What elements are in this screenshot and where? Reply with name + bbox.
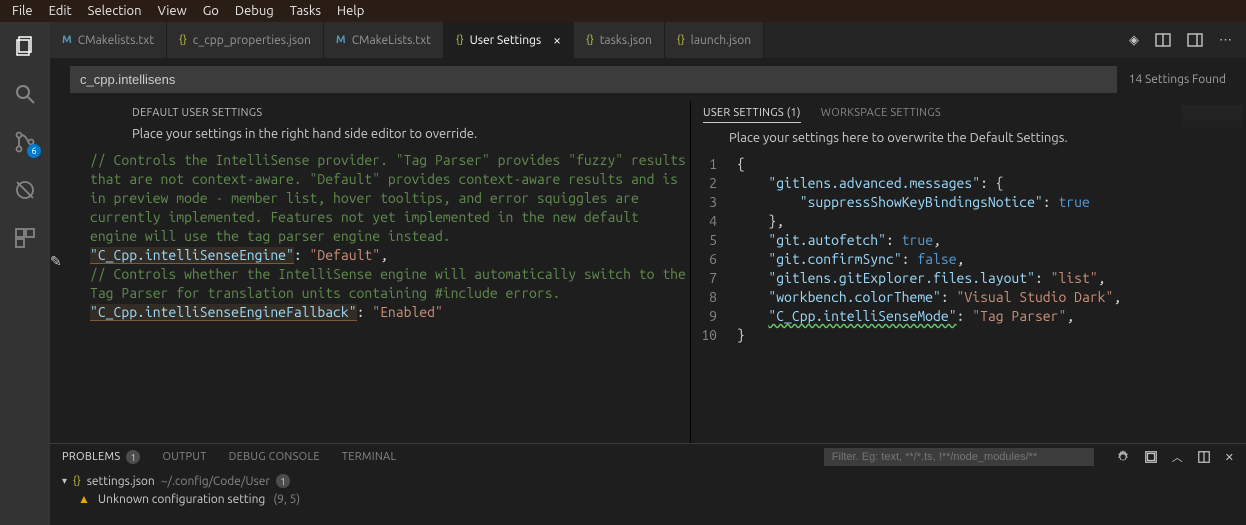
menu-debug[interactable]: Debug [227,2,282,20]
tab-launch-json[interactable]: {} launch.json [665,22,764,58]
default-settings-editor[interactable]: // Controls the IntelliSense provider. "… [70,151,690,443]
search-icon[interactable] [11,80,39,108]
tab-tasks-json[interactable]: {} tasks.json [574,22,665,58]
problem-file-name: settings.json [87,475,155,488]
tab-bar: MCMakelists.txt {}c_cpp_properties.json … [50,22,1246,58]
menu-selection[interactable]: Selection [80,2,150,20]
right-pane-desc: Place your settings here to overwrite th… [691,127,1246,155]
problem-file-row[interactable]: ▾ {} settings.json ~/.config/Code/User 1 [62,472,1234,490]
setting-key: "C_Cpp.intelliSenseEngineFallback" [90,304,357,321]
chevron-up-icon[interactable]: ︿ [1172,449,1183,465]
line-gutter: 12345678910 [691,155,727,345]
layout-icon[interactable] [1187,32,1203,48]
close-icon[interactable]: × [553,32,561,48]
setting-comment: // Controls whether the IntelliSense eng… [90,265,690,303]
tab-label: launch.json [691,34,751,47]
warning-icon: ▲ [78,492,90,506]
problems-filter-input[interactable] [824,448,1094,466]
problems-count: 1 [126,450,140,464]
tab-label: User Settings [470,34,542,47]
json-icon: {} [179,34,187,46]
menu-view[interactable]: View [150,2,195,20]
problem-location: (9, 5) [273,493,300,506]
makefile-icon: M [62,34,72,46]
json-icon: {} [73,475,81,487]
makefile-icon: M [336,34,346,46]
panel-tab-terminal[interactable]: TERMINAL [342,451,397,463]
bottom-panel: PROBLEMS1 OUTPUT DEBUG CONSOLE TERMINAL … [50,443,1246,525]
files-icon[interactable] [11,32,39,60]
tab-ccpp-properties[interactable]: {} c_cpp_properties.json [167,22,324,58]
tab-label: CMakeLists.txt [352,34,431,47]
setting-value: "Enabled" [372,304,443,320]
user-settings-tab[interactable]: USER SETTINGS (1) [703,107,801,123]
scm-icon[interactable]: 6 [11,128,39,156]
setting-value: "Default" [310,247,381,263]
menubar: File Edit Selection View Go Debug Tasks … [0,0,1246,22]
menu-file[interactable]: File [4,2,41,20]
close-panel-icon[interactable]: ✕ [1225,451,1234,464]
json-icon: {} [456,34,464,46]
problem-file-path: ~/.config/Code/User [161,475,270,488]
split-editor-icon[interactable] [1155,32,1171,48]
menu-help[interactable]: Help [329,2,372,20]
panel-tab-output[interactable]: OUTPUT [162,451,206,463]
user-settings-editor[interactable]: 12345678910 { "gitlens.advanced.messages… [691,155,1246,443]
activity-bar: 6 [0,22,50,525]
more-icon[interactable]: ⋯ [1219,33,1232,48]
settings-search-input[interactable] [70,66,1117,93]
menu-go[interactable]: Go [195,2,227,20]
debug-icon[interactable] [11,176,39,204]
chevron-down-icon[interactable]: ▾ [62,475,67,487]
menu-tasks[interactable]: Tasks [282,2,329,20]
problem-item[interactable]: ▲ Unknown configuration setting (9, 5) [62,490,1234,508]
edit-pencil-icon[interactable]: ✎ [50,253,62,270]
json-icon: {} [586,34,594,46]
open-changes-icon[interactable]: ◈ [1129,33,1139,48]
workspace-settings-tab[interactable]: WORKSPACE SETTINGS [821,107,941,123]
tab-label: tasks.json [600,34,652,47]
tab-label: c_cpp_properties.json [193,34,311,47]
collapse-icon[interactable] [1144,450,1158,464]
tab-user-settings[interactable]: {} User Settings × [444,22,574,58]
setting-key: "C_Cpp.intelliSenseEngine" [90,247,294,264]
extensions-icon[interactable] [11,224,39,252]
problem-file-count: 1 [276,474,290,488]
setting-comment: // Controls the IntelliSense provider. "… [90,151,690,246]
tab-cmakelists-2[interactable]: M CMakeLists.txt [324,22,444,58]
panel-tab-debug[interactable]: DEBUG CONSOLE [229,451,320,463]
tab-label: CMakelists.txt [78,34,154,47]
minimap[interactable] [1182,105,1242,135]
tab-cmakelists-1[interactable]: M CMakelists.txt [50,22,167,58]
default-settings-header: DEFAULT USER SETTINGS [132,107,262,119]
problem-message: Unknown configuration setting [98,493,265,506]
gear-icon[interactable] [1116,450,1130,464]
json-icon: {} [677,34,685,46]
maximize-panel-icon[interactable] [1197,450,1211,464]
settings-found-label: 14 Settings Found [1129,73,1226,86]
scm-badge: 6 [27,144,41,158]
panel-tab-problems[interactable]: PROBLEMS1 [62,450,140,464]
left-pane-desc: Place your settings in the right hand si… [70,123,690,151]
menu-edit[interactable]: Edit [41,2,80,20]
